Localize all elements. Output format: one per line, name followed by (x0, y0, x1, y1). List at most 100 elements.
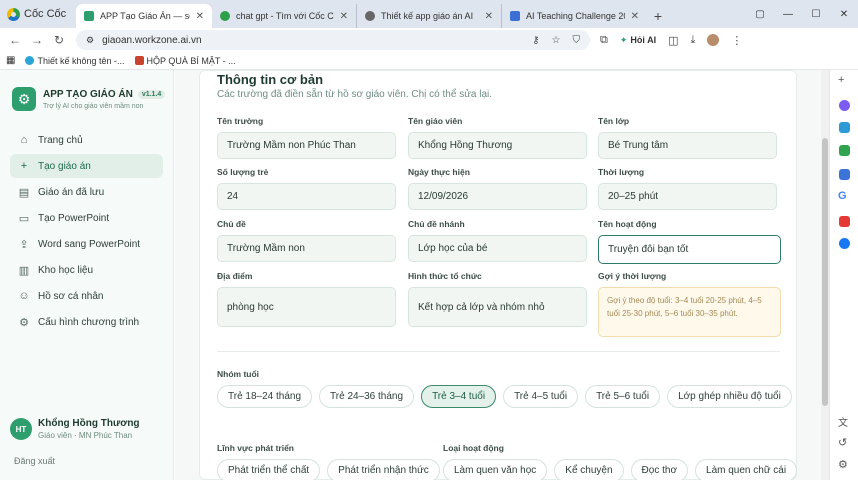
browser-tab-3[interactable]: AI Teaching Challenge 2026: Ứng ✕ (502, 4, 647, 28)
key-icon[interactable]: ⚷ (532, 35, 539, 46)
download-icon[interactable]: ⤓ (690, 34, 695, 47)
facebook-icon[interactable] (839, 238, 850, 249)
activity-chip-storytelling[interactable]: Kể chuyện (554, 459, 624, 480)
duration-input[interactable]: 20–25 phút (598, 183, 777, 210)
forward-icon[interactable]: → (26, 33, 48, 47)
sidebar-item-program-config[interactable]: ⚙ Cấu hình chương trình (10, 310, 163, 334)
field-theme: Chủ đề Trường Mầm non (217, 219, 396, 262)
bookmark-0[interactable]: Thiết kế không tên -... (25, 55, 125, 66)
messenger-icon[interactable] (839, 100, 850, 111)
sidebar-item-profile[interactable]: ☺ Hồ sơ cá nhân (10, 284, 163, 308)
age-group-chips: Trẻ 18–24 tháng Trẻ 24–36 tháng Trẻ 3–4 … (217, 385, 792, 408)
scrollbar-thumb[interactable] (822, 138, 828, 406)
section-title: Thông tin cơ bản (217, 72, 324, 87)
browser-brand[interactable]: Cốc Cốc (0, 0, 76, 28)
field-label: Tên lớp (598, 116, 630, 126)
domain-chip-cognitive[interactable]: Phát triển nhận thức (327, 459, 440, 480)
logout-link[interactable]: Đăng xuất (14, 456, 55, 466)
maximize-icon[interactable]: ☐ (802, 9, 830, 20)
close-icon[interactable]: ✕ (196, 11, 204, 22)
close-icon[interactable]: ✕ (340, 11, 348, 22)
youtube-icon[interactable] (839, 216, 850, 227)
menu-icon[interactable]: ⋮ (731, 34, 742, 47)
age-chip-24-36-months[interactable]: Trẻ 24–36 tháng (319, 385, 415, 408)
sidebar-item-label: Tạo PowerPoint (38, 212, 110, 224)
age-chip-mixed-ages[interactable]: Lớp ghép nhiều độ tuổi (667, 385, 792, 408)
activity-chip-literature[interactable]: Làm quen văn học (443, 459, 548, 480)
coccoc-logo-icon (7, 7, 20, 21)
sub-theme-input[interactable]: Lớp học của bé (408, 235, 587, 262)
zalo-icon[interactable] (839, 122, 850, 133)
domain-chip-physical[interactable]: Phát triển thể chất (217, 459, 321, 480)
close-icon[interactable]: ✕ (631, 11, 639, 22)
sidebar-item-word-to-powerpoint[interactable]: ⇪ Word sang PowerPoint (10, 232, 163, 256)
field-label: Hình thức tổ chức (408, 271, 482, 281)
sidebar-item-saved-lessons[interactable]: ▤ Giáo án đã lưu (10, 180, 163, 204)
globe-favicon-icon (365, 11, 375, 21)
date-input[interactable]: 12/09/2026 (408, 183, 587, 210)
back-icon[interactable]: ← (4, 33, 26, 47)
new-tab-button[interactable]: + (647, 4, 669, 28)
sidebar-item-create-powerpoint[interactable]: ▭ Tạo PowerPoint (10, 206, 163, 230)
class-name-input[interactable]: Bé Trung tâm (598, 132, 777, 159)
activity-type-chips: Làm quen văn học Kể chuyện Đọc thơ Làm q… (443, 459, 798, 480)
url-field[interactable]: ⚙ giaoan.workzone.ai.vn ⚷ ☆ ⛉ (76, 30, 590, 50)
child-count-input[interactable]: 24 (217, 183, 396, 210)
close-window-icon[interactable]: ✕ (830, 9, 858, 20)
organization-form-input[interactable]: Kết hợp cả lớp và nhóm nhỏ (408, 287, 587, 327)
extensions-icon[interactable]: ⧉ (600, 34, 608, 47)
minimize-icon[interactable]: — (774, 9, 802, 20)
version-badge: v1.1.4 (137, 89, 166, 99)
shield-icon[interactable]: ⛉ (573, 35, 581, 46)
theme-input[interactable]: Trường Mầm non (217, 235, 396, 262)
book-icon: ▤ (18, 186, 30, 199)
site-info-icon[interactable]: ⚙ (86, 35, 94, 46)
sidebar-item-create-lesson[interactable]: + Tạo giáo án (10, 154, 163, 178)
close-icon[interactable]: ✕ (485, 11, 493, 22)
translate-icon[interactable] (839, 169, 850, 180)
game-icon[interactable] (839, 145, 850, 156)
translate-page-icon[interactable]: 文 (838, 414, 848, 429)
location-input[interactable]: phòng học (217, 287, 396, 327)
hoi-ai-button[interactable]: ✦ Hỏi AI (620, 35, 656, 46)
age-chip-3-4-years[interactable]: Trẻ 3–4 tuổi (421, 385, 497, 408)
sidepanel-toggle-icon[interactable]: ◫ (668, 34, 678, 47)
field-activity-name: Tên hoạt động Truyện đôi bạn tốt (598, 219, 781, 264)
sidebar-item-label: Tạo giáo án (38, 160, 91, 172)
tab-title: APP Tạo Giáo Án — soạn g (100, 11, 190, 21)
field-label: Tên trường (217, 116, 264, 126)
activity-chip-letters[interactable]: Làm quen chữ cái (695, 459, 798, 480)
page-scrollbar[interactable] (821, 70, 829, 480)
field-label: Ngày thực hiện (408, 167, 470, 177)
browser-tab-1[interactable]: chat gpt - Tìm với Cốc Cốc ✕ (212, 4, 357, 28)
reload-icon[interactable]: ↻ (48, 33, 70, 47)
hoi-ai-label: Hỏi AI (630, 35, 657, 45)
tab-search-icon[interactable]: ▢ (746, 9, 774, 20)
age-chip-18-24-months[interactable]: Trẻ 18–24 tháng (217, 385, 313, 408)
settings-gear-icon[interactable]: ⚙ (838, 458, 848, 471)
apps-grid-icon[interactable]: ▦ (6, 55, 15, 66)
school-name-input[interactable]: Trường Mầm non Phúc Than (217, 132, 396, 159)
bookmark-1[interactable]: HỘP QUÀ BÍ MẬT - ... (134, 56, 236, 66)
user-card[interactable]: HT Khổng Hồng Thương Giáo viên · MN Phúc… (10, 418, 140, 440)
user-role: Giáo viên · MN Phúc Than (38, 431, 133, 440)
sidebar-item-label: Hồ sơ cá nhân (38, 290, 104, 302)
star-icon[interactable]: ☆ (552, 35, 561, 46)
add-icon[interactable]: + (838, 74, 844, 86)
activity-name-input[interactable]: Truyện đôi bạn tốt (598, 235, 781, 264)
address-bar-row: ← → ↻ ⚙ giaoan.workzone.ai.vn ⚷ ☆ ⛉ ⧉ ✦ H… (0, 28, 858, 52)
activity-chip-poetry[interactable]: Đọc thơ (630, 459, 689, 480)
google-icon[interactable]: G (838, 190, 847, 202)
sidebar-item-library[interactable]: ▥ Kho học liệu (10, 258, 163, 282)
teacher-name-input[interactable]: Khổng Hồng Thương (408, 132, 587, 159)
profile-avatar[interactable] (707, 34, 720, 46)
browser-tab-0[interactable]: APP Tạo Giáo Án — soạn g ✕ (76, 4, 212, 28)
history-icon[interactable]: ↺ (838, 436, 847, 449)
sidebar-item-home[interactable]: ⌂ Trang chủ (10, 128, 163, 152)
age-chip-4-5-years[interactable]: Trẻ 4–5 tuổi (503, 385, 579, 408)
bookmark-label: Thiết kế không tên -... (37, 55, 125, 66)
basic-info-card: Thông tin cơ bản Các trường đã điền sẵn … (199, 70, 798, 480)
browser-tab-2[interactable]: Thiết kế app giáo án AI ✕ (357, 4, 502, 28)
field-label: Tên hoạt động (598, 219, 657, 229)
age-chip-5-6-years[interactable]: Trẻ 5–6 tuổi (585, 385, 661, 408)
